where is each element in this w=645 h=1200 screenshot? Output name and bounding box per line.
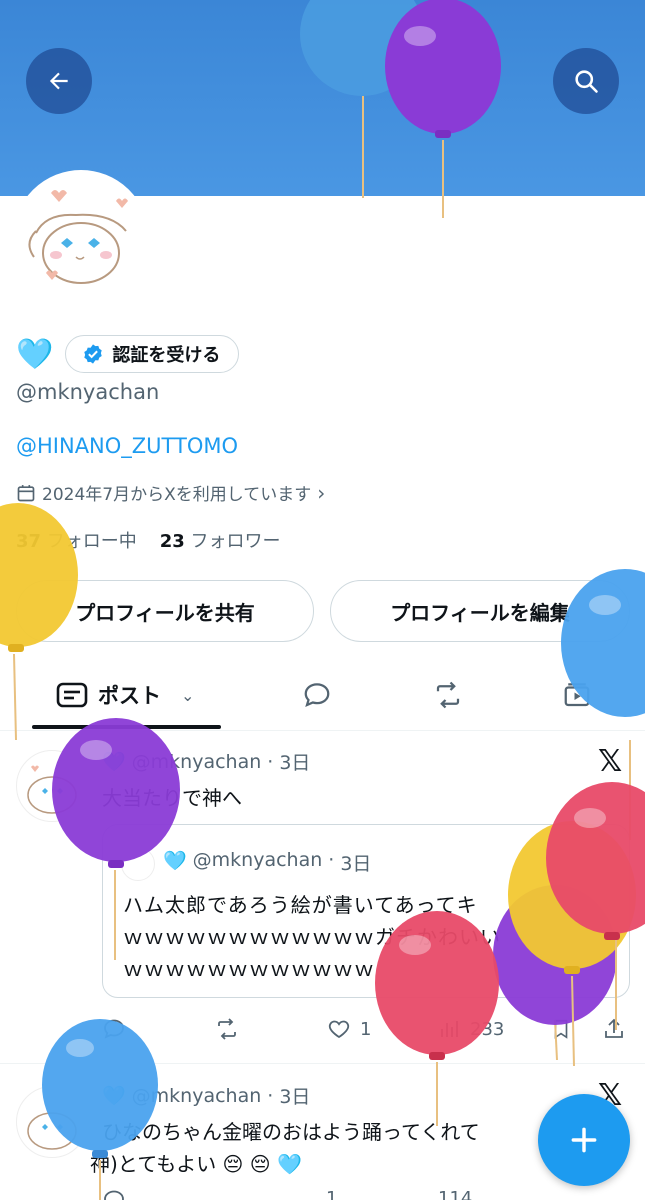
verify-button[interactable]: 認証を受ける [65,335,240,373]
post-actions: 1 114 [102,1184,630,1200]
heart-icon [328,1020,350,1039]
tab-replies[interactable] [300,660,334,730]
repost-tab-icon [436,681,460,709]
post-avatar[interactable] [16,750,88,822]
post-avatar[interactable] [16,1086,88,1158]
tab-media[interactable] [560,660,594,730]
reply-button[interactable] [102,1188,126,1200]
post-meta: 🩵 @mknyachan · 3日 [102,1082,310,1109]
video-tab-icon [564,683,590,707]
share-icon [605,1018,623,1038]
search-button[interactable] [553,48,619,114]
post-text: 大当たりで神へ [102,786,242,810]
arrow-left-icon [49,72,68,90]
views-button[interactable]: 233 [438,1017,504,1041]
calendar-icon [17,484,35,501]
reply-tab-icon [304,683,330,707]
post-time[interactable]: 3日 [279,748,310,775]
tab-posts[interactable]: ポスト ⌄ [56,660,194,730]
back-button[interactable] [26,48,92,114]
following-link[interactable]: 37 フォロー中 [16,531,137,552]
post-handle[interactable]: @mknyachan [132,751,262,773]
profile-tabs: ポスト ⌄ [0,660,645,731]
like-count: 1 [360,1018,372,1040]
like-count: 1 [326,1188,338,1200]
view-count: 233 [470,1018,505,1040]
quote-text-line: ｗｗｗｗｗｗｗｗｗｗｗｗガチかわいい [123,925,501,949]
post-avatar-illustration [27,765,77,814]
profile-banner [0,0,645,196]
quote-text-line: ハム太郎であろう絵が書いてあってキ [123,893,478,917]
followers-link[interactable]: 23 フォロワー [160,531,281,552]
joined-text: 2024年7月からXを利用しています [42,485,312,505]
quoted-post[interactable]: 🩵 @mknyachan · 3日 ハム太郎であろう絵が書いてあってキ ｗｗｗｗ… [102,824,630,998]
post-time[interactable]: 3日 [279,1082,310,1109]
reply-icon [104,1190,124,1200]
quote-text-line: ｗｗｗｗｗｗｗｗｗｗｗｗ [123,957,375,981]
edit-profile-button[interactable]: プロフィールを編集 [330,580,630,642]
verify-label: 認証を受ける [112,345,221,366]
post-avatar-illustration [27,1112,77,1150]
post-name-emoji: 🩵 [102,751,126,773]
reply-icon [104,1019,124,1039]
post-meta: 🩵 @mknyachan · 3日 [102,748,310,775]
like-button[interactable]: 1 [326,1017,371,1041]
quote-meta: 🩵 @mknyachan · 3日 [163,849,372,875]
post-text-line: 神)とてもよい 😔 😔 🩵 [90,1152,302,1176]
bio-mention-link[interactable]: @HINANO_ZUTTOMO [16,434,238,458]
post-actions: 1 233 [102,1014,630,1044]
search-icon [575,70,598,93]
post-name-emoji: 🩵 [102,1085,126,1107]
x-logo-icon: 𝕏 [598,744,623,779]
repost-button[interactable] [214,1017,240,1041]
avatar-illustration [28,190,128,284]
posts-tab-icon [56,682,88,708]
views-button[interactable]: 114 [438,1188,472,1200]
compose-button[interactable] [538,1094,630,1186]
quote-avatar [121,847,155,881]
tab-reposts[interactable] [430,660,466,730]
like-button[interactable]: 1 [326,1188,337,1200]
reply-button[interactable] [102,1017,126,1041]
post-text-line: ひなのちゃん金曜のおはよう踊ってくれて [102,1120,480,1144]
joined-date[interactable]: 2024年7月からXを利用しています › [16,480,325,505]
verified-badge-icon [84,344,103,364]
post-divider [0,1063,645,1064]
plus-icon [571,1127,597,1153]
share-button[interactable] [602,1017,626,1041]
bookmark-button[interactable] [550,1017,572,1041]
chevron-right-icon: › [317,480,326,505]
post-handle[interactable]: @mknyachan [132,1085,262,1107]
bookmark-icon [554,1019,568,1039]
profile-handle: @mknyachan [16,380,160,404]
share-profile-button[interactable]: プロフィールを共有 [16,580,314,642]
name-emoji: 🩵 [16,336,54,372]
view-count: 114 [438,1188,473,1200]
active-tab-indicator [32,725,221,729]
repost-icon [218,1018,236,1040]
follow-stats: 37 フォロー中 23 フォロワー [16,527,280,553]
chevron-down-icon: ⌄ [181,685,195,705]
profile-avatar[interactable] [13,170,149,306]
views-icon [441,1021,458,1037]
tab-posts-label: ポスト [98,684,161,708]
